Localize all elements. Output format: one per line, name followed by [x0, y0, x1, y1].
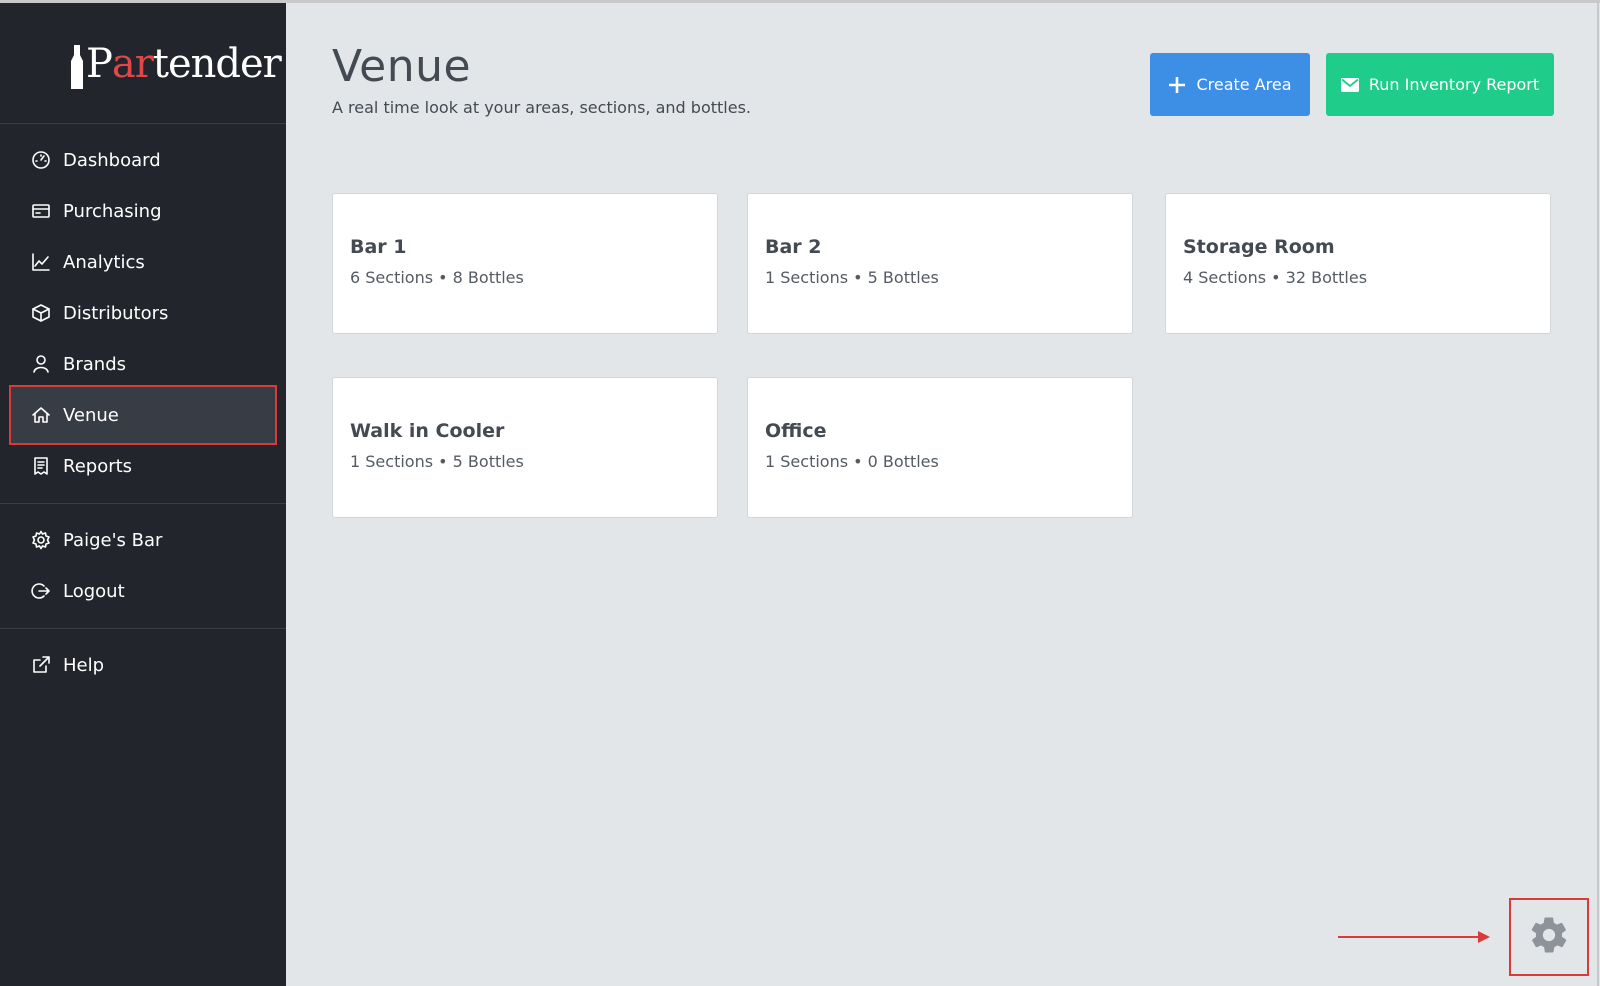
- line-chart-icon: [31, 252, 51, 272]
- create-area-label: Create Area: [1196, 75, 1292, 94]
- area-meta: 1 Sections • 5 Bottles: [765, 268, 939, 287]
- sidebar-item-label: Logout: [63, 580, 125, 602]
- bottle-logo-icon: [70, 45, 84, 89]
- sidebar-item-label: Dashboard: [63, 149, 161, 171]
- top-border: [0, 0, 1600, 3]
- page-subtitle: A real time look at your areas, sections…: [332, 98, 751, 117]
- area-card-walk-in-cooler[interactable]: Walk in Cooler 1 Sections • 5 Bottles: [332, 377, 718, 518]
- user-icon: [31, 354, 51, 374]
- sidebar-item-label: Analytics: [63, 251, 145, 273]
- area-name: Bar 1: [350, 236, 407, 258]
- area-card-bar-2[interactable]: Bar 2 1 Sections • 5 Bottles: [747, 193, 1133, 334]
- annotation-arrow-head: [1478, 931, 1490, 943]
- sidebar-item-label: Reports: [63, 455, 133, 477]
- sidebar-item-reports[interactable]: Reports: [9, 436, 277, 496]
- settings-gear-button[interactable]: [1509, 898, 1589, 976]
- logo-text-prefix: P: [86, 41, 113, 87]
- main-content: Venue A real time look at your areas, se…: [286, 3, 1600, 986]
- sidebar-item-label: Venue: [63, 404, 119, 426]
- area-card-storage-room[interactable]: Storage Room 4 Sections • 32 Bottles: [1165, 193, 1551, 334]
- envelope-icon: [1340, 77, 1359, 92]
- area-meta: 1 Sections • 0 Bottles: [765, 452, 939, 471]
- area-name: Walk in Cooler: [350, 420, 505, 442]
- sidebar-item-logout[interactable]: Logout: [9, 561, 277, 621]
- credit-card-icon: [31, 201, 51, 221]
- area-meta: 1 Sections • 5 Bottles: [350, 452, 524, 471]
- sidebar-item-label: Paige's Bar: [63, 529, 163, 551]
- area-name: Storage Room: [1183, 236, 1335, 258]
- external-link-icon: [31, 655, 51, 675]
- logo-text-red: ar: [111, 41, 154, 87]
- area-name: Office: [765, 420, 827, 442]
- gear-icon: [1528, 914, 1570, 960]
- area-card-bar-1[interactable]: Bar 1 6 Sections • 8 Bottles: [332, 193, 718, 334]
- logo-text-suffix: tender: [152, 41, 282, 87]
- speedometer-icon: [31, 150, 51, 170]
- sidebar-divider: [0, 123, 286, 124]
- annotation-arrow-line: [1338, 936, 1488, 938]
- area-card-office[interactable]: Office 1 Sections • 0 Bottles: [747, 377, 1133, 518]
- partender-logo[interactable]: Par tender: [70, 39, 282, 89]
- plus-icon: [1168, 76, 1186, 94]
- page-title: Venue: [332, 41, 472, 92]
- sidebar-divider: [0, 503, 286, 504]
- sidebar-item-label: Distributors: [63, 302, 169, 324]
- sidebar-item-label: Help: [63, 654, 105, 676]
- area-meta: 4 Sections • 32 Bottles: [1183, 268, 1368, 287]
- create-area-button[interactable]: Create Area: [1150, 53, 1310, 116]
- document-icon: [31, 456, 51, 476]
- run-inventory-report-label: Run Inventory Report: [1368, 75, 1540, 94]
- sidebar-item-help[interactable]: Help: [9, 635, 277, 695]
- sidebar-item-label: Brands: [63, 353, 126, 375]
- right-border: [1597, 3, 1599, 986]
- home-icon: [31, 405, 51, 425]
- gear-icon: [31, 530, 51, 550]
- box-icon: [31, 303, 51, 323]
- logout-icon: [31, 581, 51, 601]
- run-inventory-report-button[interactable]: Run Inventory Report: [1326, 53, 1554, 116]
- sidebar: Par tender Dashboard Purchasing Analytics…: [0, 3, 286, 986]
- sidebar-item-label: Purchasing: [63, 200, 162, 222]
- area-meta: 6 Sections • 8 Bottles: [350, 268, 524, 287]
- area-name: Bar 2: [765, 236, 822, 258]
- sidebar-divider: [0, 628, 286, 629]
